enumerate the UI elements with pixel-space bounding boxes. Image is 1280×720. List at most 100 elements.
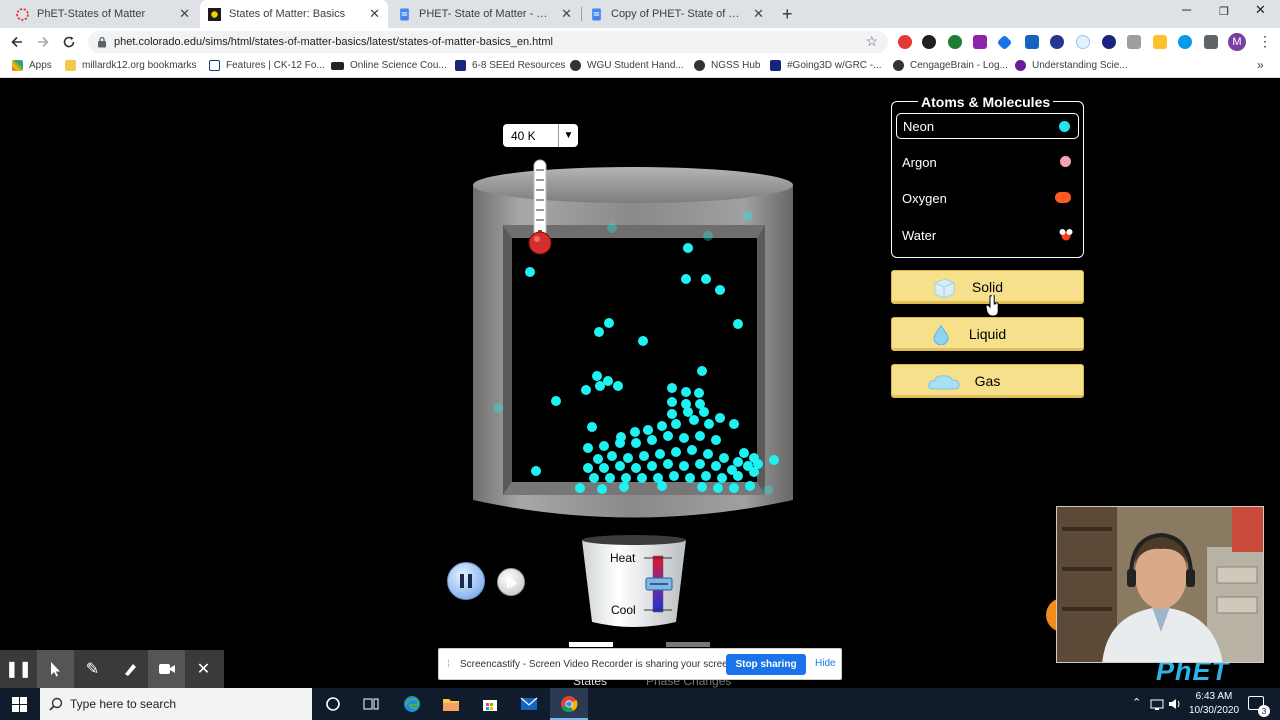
neon-particle [631, 463, 641, 473]
drag-handle-icon[interactable]: ⁞ [447, 659, 450, 670]
neon-particle [733, 457, 743, 467]
neon-particle [717, 473, 727, 483]
presenter-video [1057, 507, 1263, 662]
chrome-taskbar-button[interactable] [550, 688, 588, 720]
neon-particle [753, 459, 763, 469]
temperature-dropdown[interactable]: 40 K ▼ [503, 124, 578, 147]
hide-button[interactable]: Hide [815, 658, 836, 669]
neon-particle [701, 274, 711, 284]
neon-particle [575, 483, 585, 493]
atom-option-oxygen[interactable]: Oxygen [896, 185, 1079, 211]
gas-label: Gas [974, 373, 1001, 389]
neon-particle [599, 441, 609, 451]
neon-particle-behind-wall [769, 455, 779, 465]
highlighter-tool-icon[interactable] [111, 650, 148, 688]
atom-label: Water [902, 227, 937, 243]
ice-cube-icon [934, 278, 955, 299]
neon-particle [681, 387, 691, 397]
edge-browser-icon[interactable] [403, 695, 421, 713]
file-explorer-icon[interactable] [442, 696, 460, 712]
neon-particle-behind-wall [763, 485, 773, 495]
neon-particle [623, 453, 633, 463]
neon-particle [739, 448, 749, 458]
neon-particle [729, 483, 739, 493]
stop-sharing-button[interactable]: Stop sharing [726, 654, 806, 675]
atom-option-argon[interactable]: Argon [896, 149, 1079, 175]
neon-particle [701, 471, 711, 481]
neon-particle [531, 466, 541, 476]
neon-particle [669, 471, 679, 481]
step-forward-button[interactable] [497, 568, 525, 596]
neon-particle [711, 435, 721, 445]
mail-icon[interactable] [520, 696, 538, 712]
atom-label: Oxygen [902, 190, 947, 206]
neon-particle [745, 481, 755, 491]
taskbar-search-box[interactable]: Type here to search [40, 688, 312, 720]
neon-particle [703, 449, 713, 459]
water-drop-icon [933, 325, 949, 345]
neon-particle [689, 415, 699, 425]
notifications-icon[interactable]: 3 [1248, 696, 1270, 717]
neon-particle [647, 435, 657, 445]
annotation-toolbar: ❚❚ ✎ ✕ [0, 650, 224, 688]
neon-particle [595, 381, 605, 391]
neon-particle [599, 463, 609, 473]
volume-icon[interactable] [1168, 696, 1182, 712]
neon-particle [594, 327, 604, 337]
neon-particle [733, 319, 743, 329]
neon-particle [631, 438, 641, 448]
task-view-icon[interactable] [363, 696, 379, 712]
cloud-icon [928, 375, 960, 390]
atom-option-water[interactable]: Water [896, 222, 1079, 248]
system-clock[interactable]: 6:43 AM 10/30/2020 [1186, 690, 1242, 718]
neon-particle [583, 443, 593, 453]
phase-changes-tab-indicator [666, 642, 710, 647]
search-icon [49, 697, 63, 711]
close-toolbar-icon[interactable]: ✕ [185, 650, 222, 688]
neon-particle [685, 473, 695, 483]
sharing-message: Screencastify - Screen Video Recorder is… [460, 659, 737, 670]
show-hidden-icons-icon[interactable]: ⌃ [1132, 696, 1141, 709]
neon-particle [615, 438, 625, 448]
gas-button[interactable]: Gas [891, 364, 1084, 398]
temperature-value: 40 K [511, 128, 536, 143]
cool-label: Cool [611, 603, 636, 617]
pen-tool-icon[interactable]: ✎ [74, 650, 111, 688]
neon-particle [663, 459, 673, 469]
neon-particle [607, 451, 617, 461]
neon-particle [630, 427, 640, 437]
microsoft-store-icon[interactable] [481, 696, 499, 712]
neon-particle [621, 473, 631, 483]
neon-particle [667, 397, 677, 407]
network-icon[interactable] [1150, 696, 1164, 712]
cortana-icon[interactable] [325, 696, 341, 712]
neon-particle [667, 409, 677, 419]
neon-particle [679, 433, 689, 443]
pause-recording-icon[interactable]: ❚❚ [0, 650, 37, 688]
liquid-button[interactable]: Liquid [891, 317, 1084, 351]
camera-toggle-icon[interactable] [148, 650, 185, 688]
neon-particle [589, 473, 599, 483]
neon-particle [587, 422, 597, 432]
neon-particle [699, 407, 709, 417]
notification-count: 3 [1258, 705, 1270, 717]
thermometer-icon [528, 159, 552, 255]
cursor-tool-icon[interactable] [37, 650, 74, 688]
atom-option-neon[interactable]: Neon [896, 113, 1079, 139]
neon-particle [639, 451, 649, 461]
neon-particle [671, 419, 681, 429]
pause-button[interactable] [447, 562, 485, 600]
neon-particle [655, 449, 665, 459]
windows-taskbar: Type here to search ⌃ 6:43 AM 10/30/2020… [0, 688, 1280, 720]
neon-particle [597, 484, 607, 494]
webcam-overlay [1056, 506, 1264, 663]
neon-particle [679, 461, 689, 471]
hand-cursor-icon [985, 295, 999, 317]
neon-particle [619, 482, 629, 492]
chrome-icon [561, 696, 578, 713]
neon-particle [592, 371, 602, 381]
neon-particle [615, 461, 625, 471]
windows-start-icon[interactable] [12, 697, 27, 712]
dropdown-arrow-icon[interactable]: ▼ [558, 124, 578, 147]
neon-particle [681, 274, 691, 284]
